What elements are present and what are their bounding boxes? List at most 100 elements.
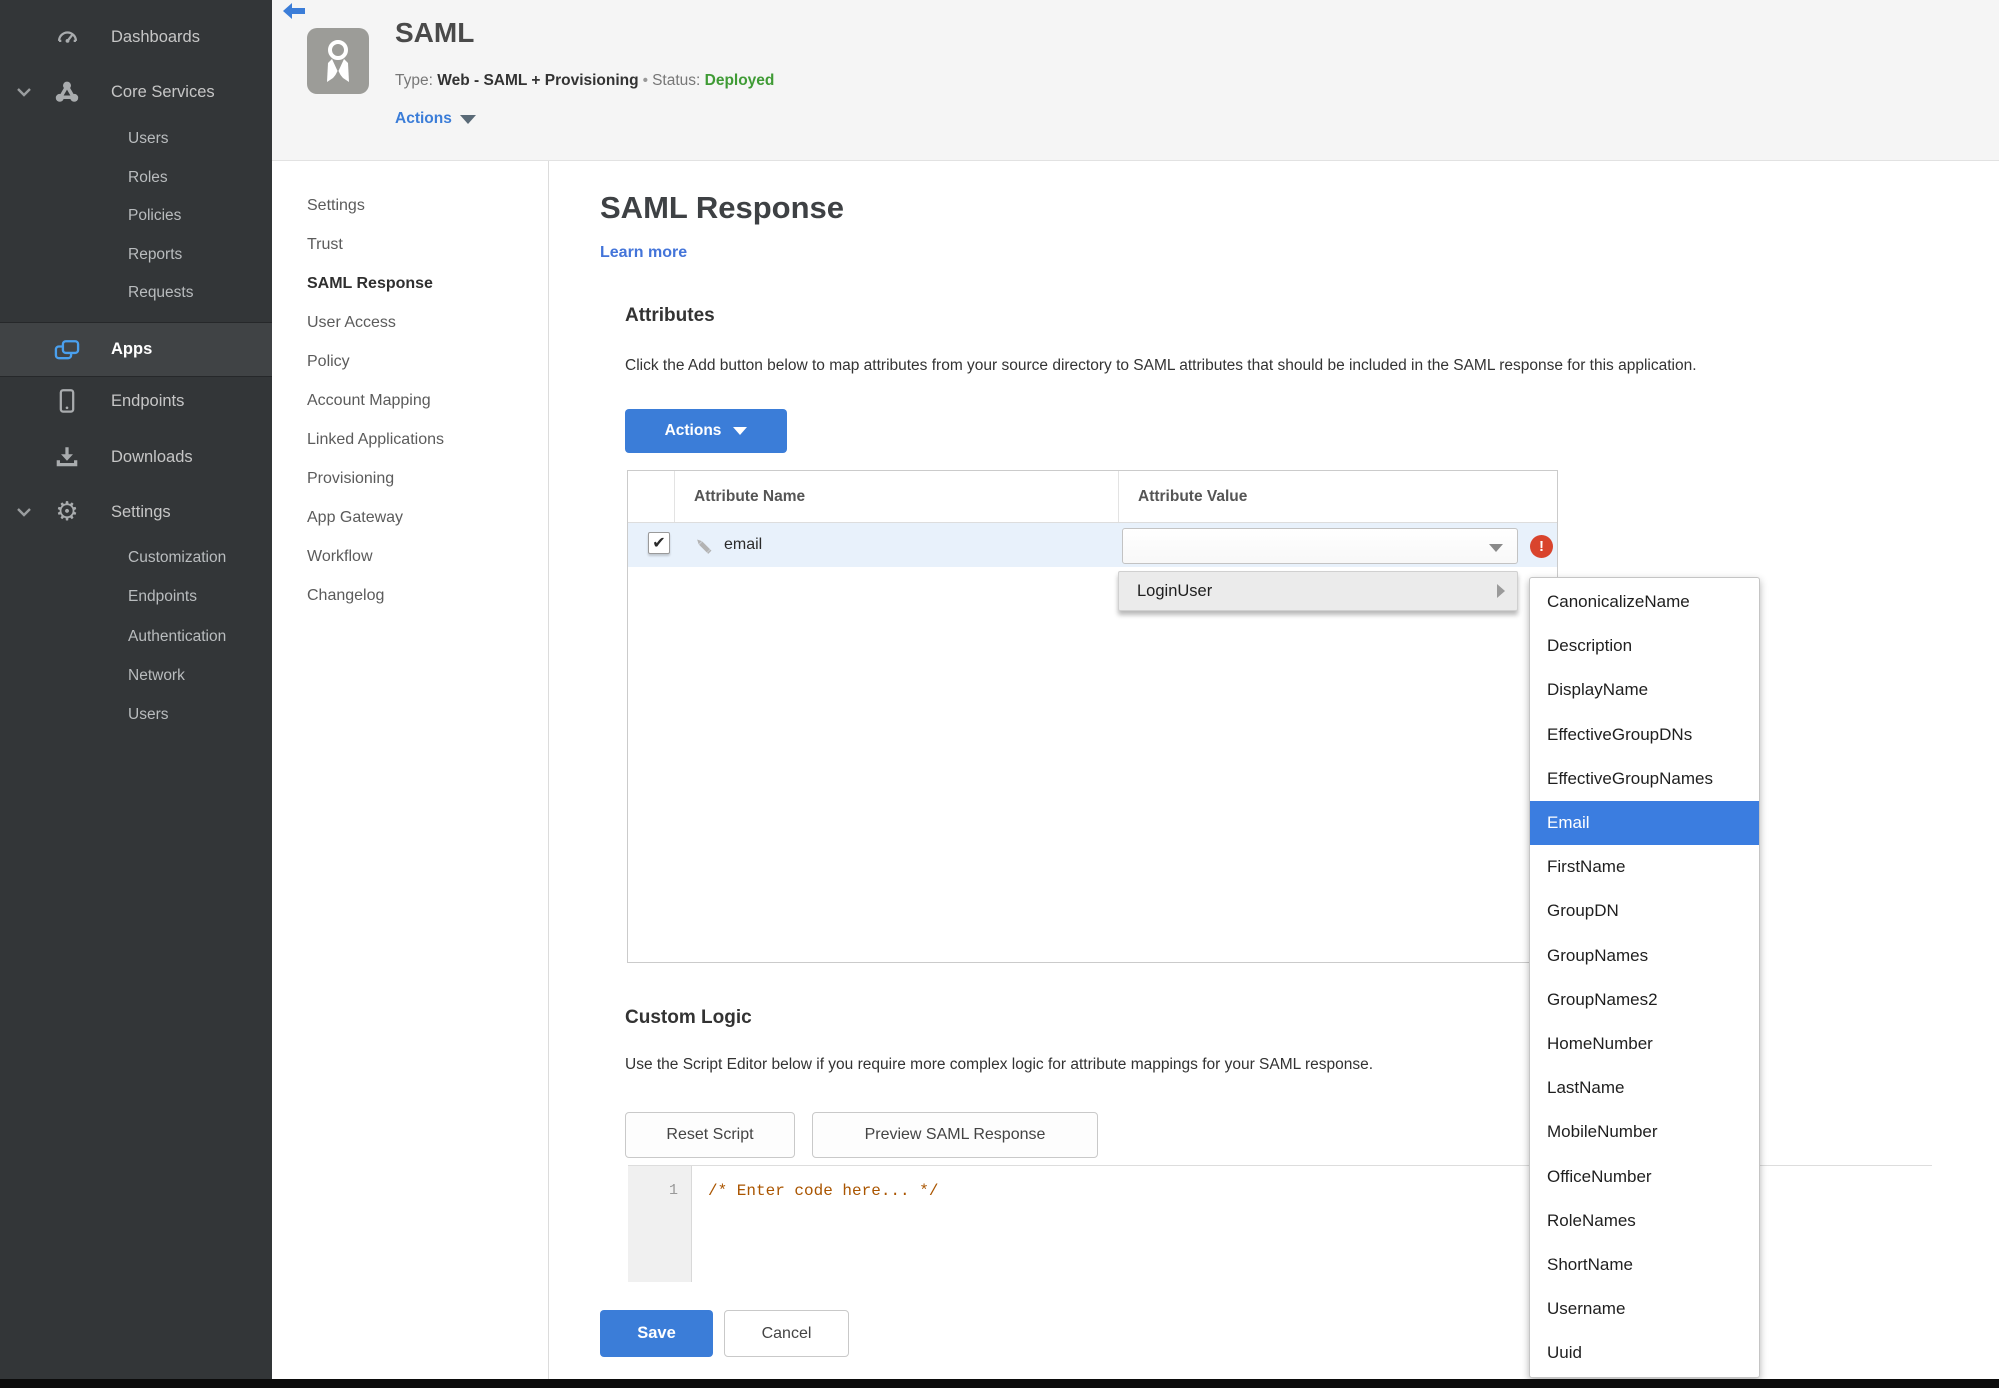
row-checkbox[interactable]: ✔ [648, 532, 670, 554]
menu-item-homenumber[interactable]: HomeNumber [1530, 1022, 1759, 1066]
custom-logic-description: Use the Script Editor below if you requi… [625, 1056, 1374, 1073]
value-menu-root-loginuser[interactable]: LoginUser [1118, 571, 1518, 611]
menu-item-rolenames[interactable]: RoleNames [1530, 1199, 1759, 1243]
sidebar-item-label: Settings [111, 502, 171, 521]
sidebar-subitem-label: Network [128, 667, 185, 684]
subnav-item-account-mapping[interactable]: Account Mapping [307, 381, 444, 420]
menu-item-description[interactable]: Description [1530, 624, 1759, 668]
chevron-down-icon[interactable] [12, 87, 36, 97]
subnav-item-user-access[interactable]: User Access [307, 303, 444, 342]
custom-logic-heading: Custom Logic [625, 1007, 752, 1028]
subnav-item-changelog[interactable]: Changelog [307, 576, 444, 615]
sidebar-item-label: Apps [111, 340, 153, 358]
sidebar-item-dashboards[interactable]: Dashboards [0, 18, 272, 56]
learn-more-link[interactable]: Learn more [600, 244, 687, 262]
menu-item-username[interactable]: Username [1530, 1287, 1759, 1331]
status-label: Status: [652, 72, 701, 89]
menu-item-effectivegroupdns[interactable]: EffectiveGroupDNs [1530, 713, 1759, 757]
menu-item-email[interactable]: Email [1530, 800, 1759, 846]
header-actions-dropdown[interactable]: Actions [395, 110, 476, 128]
sidebar-item-settings[interactable]: ⚙ Settings [0, 493, 272, 531]
download-icon [50, 444, 84, 470]
menu-item-displayname[interactable]: DisplayName [1530, 668, 1759, 712]
gear-icon: ⚙ [55, 497, 79, 527]
sidebar-item-network[interactable]: Network [0, 657, 272, 695]
back-arrow-icon[interactable] [282, 2, 306, 22]
meta-separator: • [642, 72, 649, 89]
sidebar-item-apps[interactable]: Apps [0, 322, 272, 377]
attribute-value-select[interactable] [1122, 528, 1518, 564]
table-header-row: Attribute Name Attribute Value [628, 471, 1557, 523]
sidebar-item-core-services[interactable]: Core Services [0, 73, 272, 111]
menu-item-shortname[interactable]: ShortName [1530, 1243, 1759, 1287]
sidebar-item-endpoints[interactable]: Endpoints [0, 382, 272, 420]
menu-item-groupnames2[interactable]: GroupNames2 [1530, 978, 1759, 1022]
attributes-actions-button[interactable]: Actions [625, 409, 787, 453]
status-badge: Deployed [704, 72, 775, 89]
subnav-item-workflow[interactable]: Workflow [307, 537, 444, 576]
subnav-item-provisioning[interactable]: Provisioning [307, 459, 444, 498]
menu-item-canonicalizename[interactable]: CanonicalizeName [1530, 580, 1759, 624]
menu-item-effectivegroupnames[interactable]: EffectiveGroupNames [1530, 757, 1759, 801]
sidebar-item-roles[interactable]: Roles [0, 159, 272, 197]
error-icon: ! [1530, 535, 1553, 558]
caret-down-icon [459, 114, 476, 124]
sidebar-item-users[interactable]: Users [0, 120, 272, 158]
type-value: Web - SAML + Provisioning [437, 72, 639, 89]
sidebar-item-customization[interactable]: Customization [0, 539, 272, 577]
subnav-item-settings[interactable]: Settings [307, 186, 444, 225]
menu-item-uuid[interactable]: Uuid [1530, 1331, 1759, 1375]
save-button[interactable]: Save [600, 1310, 713, 1357]
menu-item-groupdn[interactable]: GroupDN [1530, 889, 1759, 933]
sidebar-subitem-label: Authentication [128, 628, 227, 645]
cancel-button[interactable]: Cancel [724, 1310, 849, 1357]
sidebar-item-authentication[interactable]: Authentication [0, 618, 272, 656]
menu-item-groupnames[interactable]: GroupNames [1530, 934, 1759, 978]
column-header-label: Attribute Name [694, 487, 806, 505]
sidebar-subitem-label: Users [128, 706, 169, 723]
subnav-item-trust[interactable]: Trust [307, 225, 444, 264]
cluster-icon [50, 79, 84, 105]
app-header: SAML Type: Web - SAML + Provisioning • Sta… [272, 0, 1999, 161]
sidebar-item-label: Downloads [111, 447, 193, 466]
sidebar-subitem-label: Users [128, 130, 169, 147]
menu-item-mobilenumber[interactable]: MobileNumber [1530, 1110, 1759, 1154]
main-sidebar: Dashboards Core Services Users Roles Pol… [0, 0, 272, 1388]
attribute-name-cell: email [724, 536, 763, 553]
apps-icon [50, 337, 84, 363]
sidebar-item-endpoints-settings[interactable]: Endpoints [0, 578, 272, 616]
value-menu-root-label: LoginUser [1137, 581, 1213, 600]
menu-item-firstname[interactable]: FirstName [1530, 845, 1759, 889]
sidebar-subitem-label: Endpoints [128, 588, 197, 605]
page-title: SAML Response [600, 190, 845, 225]
sidebar-item-requests[interactable]: Requests [0, 274, 272, 312]
sidebar-item-policies[interactable]: Policies [0, 197, 272, 235]
type-label: Type: [395, 72, 433, 89]
subnav-item-saml-response[interactable]: SAML Response [307, 264, 444, 303]
select-column-header [628, 471, 675, 522]
preview-saml-response-button[interactable]: Preview SAML Response [812, 1112, 1098, 1158]
submenu-arrow-icon [1497, 584, 1505, 598]
pencil-icon[interactable] [692, 534, 714, 561]
sidebar-item-reports[interactable]: Reports [0, 236, 272, 274]
chevron-down-icon[interactable] [12, 507, 36, 517]
phone-icon [50, 388, 84, 415]
menu-item-officenumber[interactable]: OfficeNumber [1530, 1154, 1759, 1198]
editor-line-number: 1 [628, 1166, 692, 1282]
subnav-item-linked-applications[interactable]: Linked Applications [307, 420, 444, 459]
menu-item-lastname[interactable]: LastName [1530, 1066, 1759, 1110]
attributes-description: Click the Add button below to map attrib… [625, 357, 1697, 374]
attribute-value-column-header: Attribute Value [1119, 471, 1557, 522]
sidebar-subitem-label: Customization [128, 549, 227, 566]
subnav-item-app-gateway[interactable]: App Gateway [307, 498, 444, 537]
gauge-icon [50, 24, 84, 51]
award-ribbon-icon [307, 28, 369, 94]
sidebar-item-downloads[interactable]: Downloads [0, 438, 272, 476]
sidebar-item-users-settings[interactable]: Users [0, 696, 272, 734]
subnav-item-policy[interactable]: Policy [307, 342, 444, 381]
sidebar-item-label: Core Services [111, 82, 215, 101]
sidebar-item-label: Endpoints [111, 391, 185, 410]
reset-script-button[interactable]: Reset Script [625, 1112, 795, 1158]
chevron-down-icon [1489, 544, 1503, 552]
app-title: SAML [395, 17, 475, 48]
